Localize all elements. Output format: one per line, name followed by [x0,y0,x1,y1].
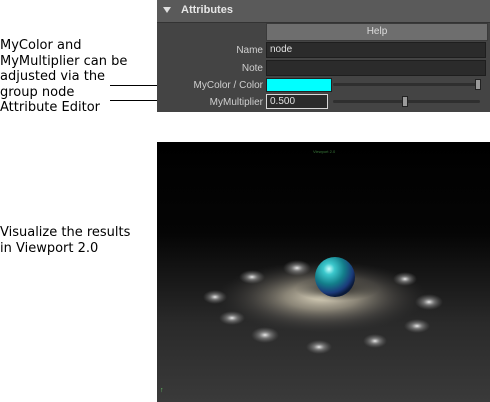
annotation-caption-viewport: Visualize the results in Viewport 2.0 [0,225,131,256]
note-label: Note [241,63,263,74]
mymultiplier-label: MyMultiplier [209,97,263,108]
mycolor-swatch[interactable] [266,78,332,92]
teal-sphere [315,257,355,297]
light-spot [283,260,311,276]
light-spot [363,334,387,348]
attributes-section-title: Attributes [181,4,233,16]
light-spot [251,327,279,343]
attribute-editor-panel: Attributes Help Name node Note MyColor /… [157,0,490,112]
light-spot [203,290,227,304]
mycolor-label: MyColor / Color [193,80,263,91]
mycolor-slider-handle[interactable] [475,79,481,90]
viewport-2-0[interactable]: Viewport 2.0 ↑ [157,142,490,402]
note-field[interactable] [266,60,486,76]
light-spot [404,319,430,333]
attributes-section-header[interactable]: Attributes [157,0,490,23]
light-spot [239,270,265,284]
mymultiplier-field[interactable]: 0.500 [266,94,328,109]
light-spot [393,272,417,286]
viewport-scene [203,257,443,354]
mycolor-slider-track[interactable] [333,83,480,86]
mymultiplier-slider-handle[interactable] [402,96,408,107]
axis-gizmo-icon: ↑ [160,387,164,394]
viewport-label: Viewport 2.0 [313,149,336,154]
name-field[interactable]: node [266,42,486,58]
light-spot [219,311,245,325]
collapse-arrow-icon[interactable] [163,7,171,13]
help-button[interactable]: Help [266,23,488,41]
light-spot [306,340,332,354]
light-spot [415,294,443,310]
annotation-caption-attribute-editor: MyColor and MyMultiplier can be adjusted… [0,38,128,115]
name-label: Name [236,45,263,56]
